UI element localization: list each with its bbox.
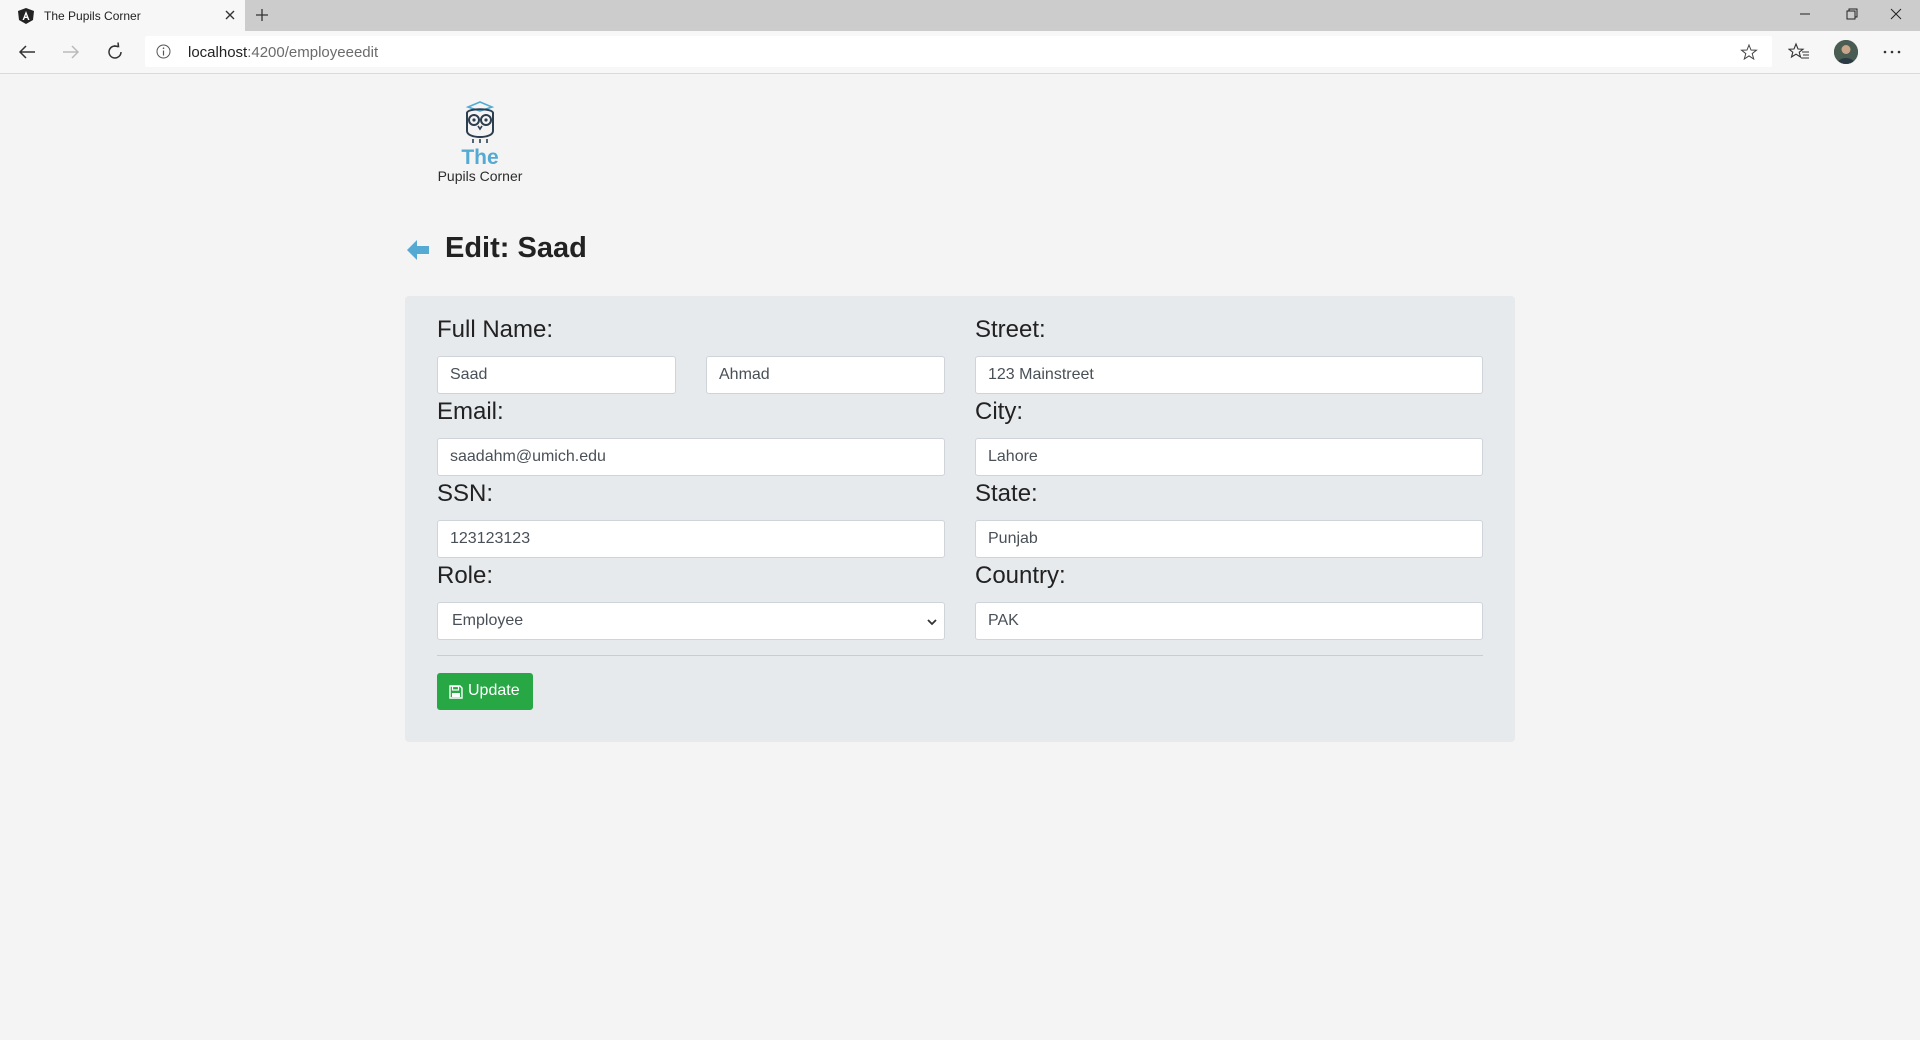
update-button[interactable]: Update <box>437 673 533 710</box>
edit-employee-form: Full Name: Email: SSN: Role: Employee St… <box>405 296 1515 742</box>
more-icon[interactable] <box>1880 41 1904 63</box>
browser-tab[interactable]: The Pupils Corner <box>0 0 245 31</box>
site-logo[interactable]: The Pupils Corner <box>425 95 535 185</box>
close-icon[interactable] <box>223 8 237 22</box>
back-arrow-icon[interactable] <box>405 237 431 263</box>
star-icon[interactable] <box>1740 43 1758 61</box>
owl-logo <box>465 101 495 143</box>
url-host: localhost <box>188 44 248 61</box>
role-selected-value: Employee <box>452 612 524 629</box>
update-button-label: Update <box>468 682 520 699</box>
tab-title: The Pupils Corner <box>44 9 141 23</box>
full-name-label: Full Name: <box>437 316 554 343</box>
minimize-icon[interactable] <box>1795 4 1815 24</box>
browser-toolbar: localhost:4200/employeeedit <box>0 31 1920 74</box>
role-select[interactable]: Employee <box>437 602 945 640</box>
ssn-label: SSN: <box>437 480 494 507</box>
logo-subtitle: Pupils Corner <box>437 168 523 184</box>
city-label: City: <box>975 398 1023 425</box>
favorites-icon[interactable] <box>1788 41 1810 63</box>
street-field[interactable] <box>975 356 1483 394</box>
angular-favicon <box>18 8 34 24</box>
back-icon[interactable] <box>16 41 38 63</box>
window-close-icon[interactable] <box>1886 4 1906 24</box>
email-label: Email: <box>437 398 504 425</box>
forward-icon[interactable] <box>60 41 82 63</box>
form-divider <box>437 655 1483 656</box>
avatar-image <box>1834 40 1858 64</box>
avatar[interactable] <box>1834 40 1858 64</box>
last-name-field[interactable] <box>706 356 945 394</box>
info-icon[interactable] <box>155 43 172 60</box>
first-name-field[interactable] <box>437 356 676 394</box>
restore-icon[interactable] <box>1842 4 1862 24</box>
city-field[interactable] <box>975 438 1483 476</box>
role-label: Role: <box>437 562 494 589</box>
reload-icon[interactable] <box>104 41 126 63</box>
chevron-down-icon <box>927 619 937 626</box>
page-title: Edit: Saad <box>445 232 587 264</box>
browser-tab-strip: The Pupils Corner <box>0 0 1920 31</box>
email-field[interactable] <box>437 438 945 476</box>
logo-title: The <box>461 146 499 169</box>
country-field[interactable] <box>975 602 1483 640</box>
plus-icon[interactable] <box>254 7 270 23</box>
country-label: Country: <box>975 562 1066 589</box>
state-label: State: <box>975 480 1038 507</box>
ssn-field[interactable] <box>437 520 945 558</box>
save-icon <box>449 685 463 699</box>
url-path: :4200/employeeedit <box>247 44 379 61</box>
address-bar[interactable]: localhost:4200/employeeedit <box>145 36 1772 67</box>
state-field[interactable] <box>975 520 1483 558</box>
street-label: Street: <box>975 316 1046 343</box>
url-text[interactable]: localhost:4200/employeeedit <box>188 44 378 61</box>
